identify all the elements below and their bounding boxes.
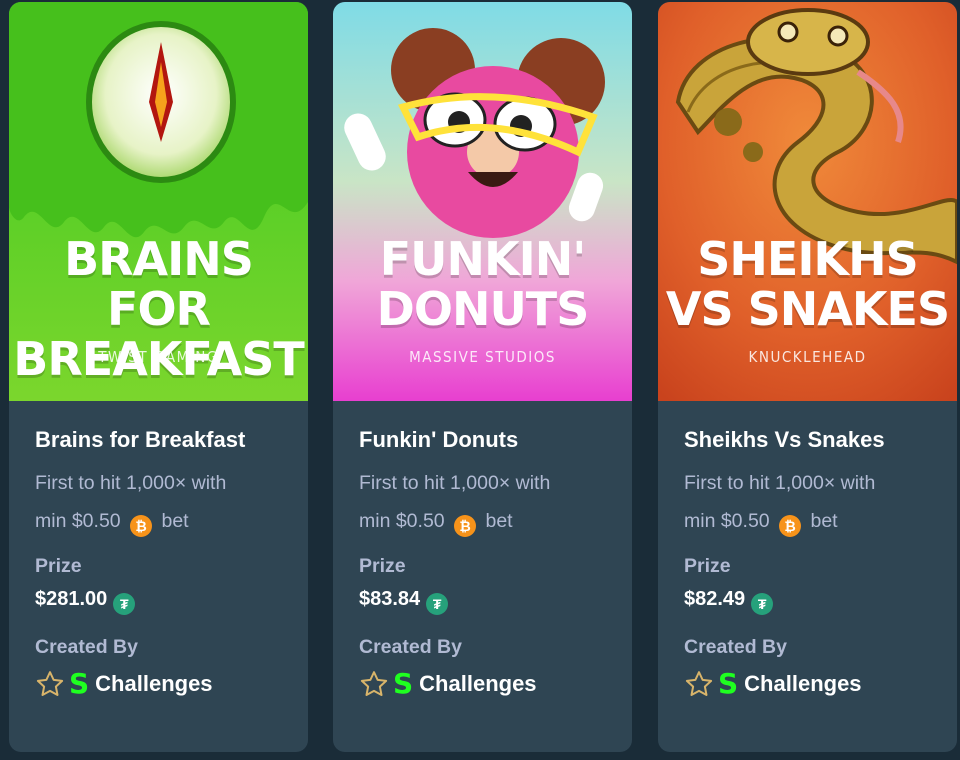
prize-amount: $281.00 [35,588,108,610]
game-name[interactable]: Funkin' Donuts [359,426,606,454]
bitcoin-icon: ₿ [130,515,153,537]
challenge-description: First to hit 1,000× with min $0.50 ₿ bet [684,464,931,540]
desc-bet: bet [485,510,513,532]
tether-icon: ₮ [751,593,774,615]
game-name[interactable]: Brains for Breakfast [35,426,282,454]
prize-value: $83.84 ₮ [359,586,606,615]
created-by-label: Created By [684,636,787,658]
star-icon [36,671,64,696]
challenge-grid: BRAINS FOR BREAKFAST TWIST GAMING Brains… [0,0,960,760]
game-thumbnail[interactable]: BRAINS FOR BREAKFAST TWIST GAMING [9,2,308,401]
created-by-label: Created By [359,636,462,658]
prize-value: $281.00 ₮ [35,586,282,615]
tether-icon: ₮ [426,593,449,615]
challenge-description: First to hit 1,000× with min $0.50 ₿ bet [35,464,282,540]
star-icon [685,671,713,696]
creator[interactable]: S Challenges [684,669,931,699]
game-thumbnail[interactable]: FUNKIN' DONUTS MASSIVE STUDIOS [333,2,632,401]
thumbnail-studio: KNUCKLEHEAD [748,348,867,366]
tether-icon: ₮ [113,593,136,615]
card-info: Sheikhs Vs Snakes First to hit 1,000× wi… [658,426,957,699]
bitcoin-icon: ₿ [779,515,802,537]
stake-logo-icon: S [393,667,414,700]
stake-logo-icon: S [718,667,739,700]
card-info: Funkin' Donuts First to hit 1,000× with … [333,426,632,699]
desc-min-bet: min $0.50 [35,510,121,532]
prize-amount: $82.49 [684,588,746,610]
desc-bet: bet [810,510,838,532]
creator-name: Challenges [744,671,862,696]
creator-name: Challenges [95,671,213,696]
thumbnail-title: FUNKIN' DONUTS [376,232,590,336]
prize-label: Prize [35,555,82,577]
thumbnail-title: SHEIKHS VS SNAKES [665,232,950,336]
creator[interactable]: S Challenges [359,669,606,699]
challenge-card[interactable]: SHEIKHS VS SNAKES KNUCKLEHEAD Sheikhs Vs… [658,2,957,752]
bitcoin-icon: ₿ [454,515,477,537]
prize-label: Prize [359,555,406,577]
challenge-description: First to hit 1,000× with min $0.50 ₿ bet [359,464,606,540]
desc-line1: First to hit 1,000× with [684,472,876,494]
stake-logo-icon: S [69,667,90,700]
desc-min-bet: min $0.50 [684,510,770,532]
desc-line1: First to hit 1,000× with [359,472,551,494]
desc-line1: First to hit 1,000× with [35,472,227,494]
game-thumbnail[interactable]: SHEIKHS VS SNAKES KNUCKLEHEAD [658,2,957,401]
thumbnail-studio: MASSIVE STUDIOS [409,348,556,366]
thumbnail-studio: TWIST GAMING [98,348,219,366]
challenge-card[interactable]: BRAINS FOR BREAKFAST TWIST GAMING Brains… [9,2,308,752]
created-by-label: Created By [35,636,138,658]
star-icon [360,671,388,696]
creator-name: Challenges [419,671,537,696]
donut-character-art [333,2,632,401]
prize-amount: $83.84 [359,588,421,610]
desc-bet: bet [161,510,189,532]
prize-value: $82.49 ₮ [684,586,931,615]
desc-min-bet: min $0.50 [359,510,445,532]
prize-label: Prize [684,555,731,577]
card-info: Brains for Breakfast First to hit 1,000×… [9,426,308,699]
challenge-card[interactable]: FUNKIN' DONUTS MASSIVE STUDIOS Funkin' D… [333,2,632,752]
creator[interactable]: S Challenges [35,669,282,699]
snake-art [658,2,957,401]
game-name[interactable]: Sheikhs Vs Snakes [684,426,931,454]
